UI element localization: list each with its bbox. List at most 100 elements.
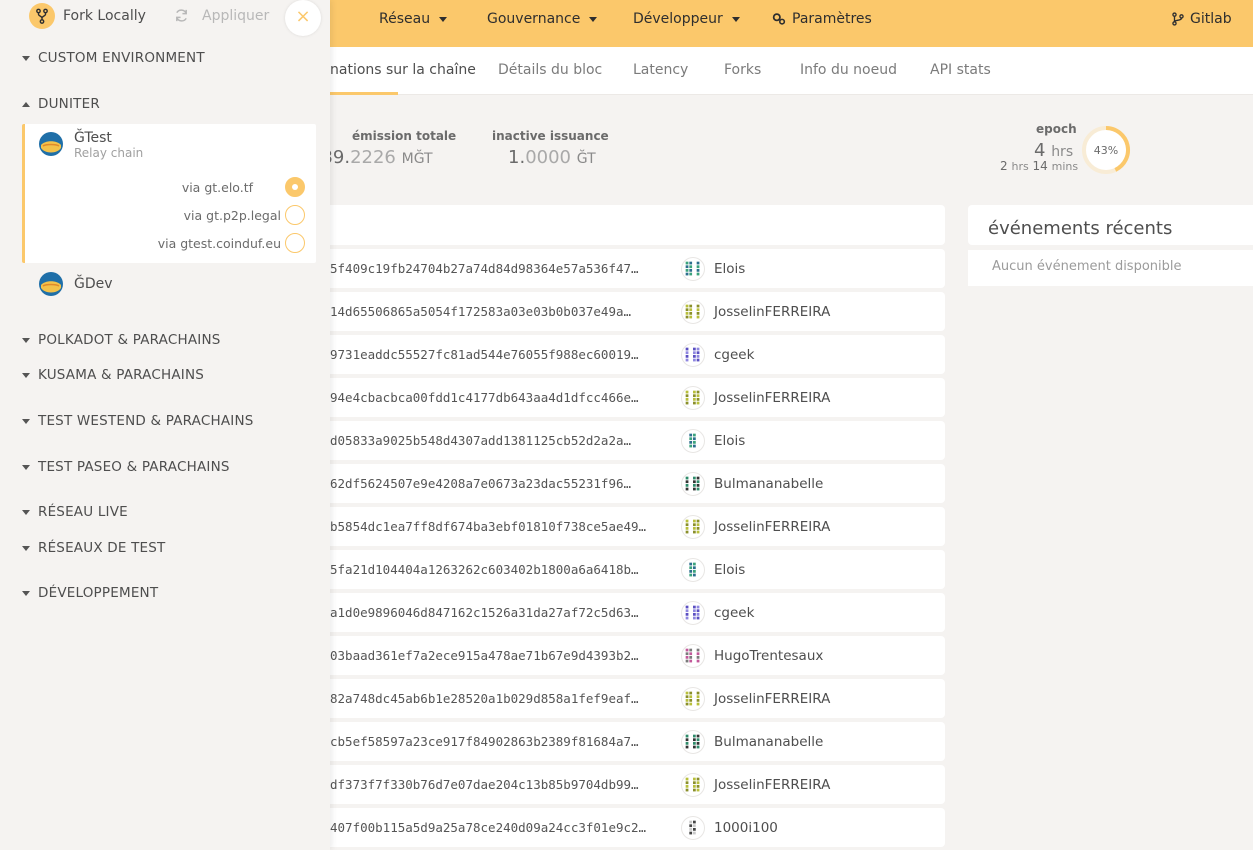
menu-developpeur-label: Développeur [633,11,723,27]
block-author[interactable]: 1000i100 [681,816,778,840]
block-hash[interactable]: 03baad361ef7a2ece915a478ae71b67e9d4393b2… [330,648,639,663]
inactive-issuance-value: 1.0000 ĞT [508,147,596,168]
menu-parametres[interactable]: Paramètres [772,0,872,38]
tab-node-info[interactable]: Info du noeud [800,47,897,95]
author-name: cgeek [714,347,755,363]
group-custom-environment[interactable]: CUSTOM ENVIRONMENT [22,50,205,66]
block-hash[interactable]: 5fa21d104404a1263262c603402b1800a6a6418b… [330,562,639,577]
tab-latency[interactable]: Latency [633,47,688,95]
tab-api-stats[interactable]: API stats [930,47,991,95]
block-author[interactable]: JosselinFERREIRA [681,687,830,711]
identicon-avatar [681,644,705,668]
group-label: RÉSEAUX DE TEST [38,540,166,556]
block-author[interactable]: Elois [681,558,745,582]
identicon-avatar [681,515,705,539]
events-title: événements récents [988,218,1173,239]
group-polkadot[interactable]: POLKADOT & PARACHAINS [22,332,221,348]
epoch-percent-text: 43% [1094,144,1118,157]
gears-icon [772,13,786,25]
block-hash[interactable]: df373f7f330b76d7e07dae204c13b85b9704db99… [330,777,639,792]
menu-developpeur[interactable]: Développeur [633,0,740,38]
author-name: Bulmananabelle [714,734,824,750]
author-name: Elois [714,261,746,277]
endpoint-label-p2p: via gt.p2p.legal [183,208,281,223]
fork-locally-button[interactable] [29,3,55,29]
block-author[interactable]: cgeek [681,601,754,625]
tab-forks[interactable]: Forks [724,47,761,95]
caret-down-icon [22,55,30,61]
network-sidebar: Fork Locally Appliquer × CUSTOM ENVIRONM… [0,0,330,850]
identicon-avatar [681,429,705,453]
gdev-logo [39,272,63,296]
author-name: Bulmananabelle [714,476,824,492]
author-name: JosselinFERREIRA [714,519,831,535]
block-hash[interactable]: d05833a9025b548d4307add1381125cb52d2a2a… [330,433,631,448]
block-hash[interactable]: a1d0e9896046d847162c1526a31da27af72c5d63… [330,605,639,620]
caret-down-icon [22,545,30,551]
block-author[interactable]: JosselinFERREIRA [681,386,830,410]
identicon-avatar [681,773,705,797]
menu-gouvernance-label: Gouvernance [487,11,581,27]
epoch-remaining-h-unit: hrs [1011,160,1029,173]
block-author[interactable]: Elois [681,257,745,281]
block-hash[interactable]: b5854dc1ea7ff8df674ba3ebf01810f738ce5ae4… [330,519,646,534]
group-development[interactable]: DÉVELOPPEMENT [22,585,158,601]
caret-down-icon [22,337,30,343]
endpoint-radio-elo[interactable] [285,177,305,197]
group-label: TEST PASEO & PARACHAINS [38,459,230,475]
identicon-avatar [681,386,705,410]
gtest-name: ĞTest [74,130,112,146]
epoch-label: epoch [1036,122,1077,136]
block-hash[interactable]: 94e4cbacbca00fdd1c4177db643aa4d1dfcc466e… [330,390,639,405]
block-author[interactable]: JosselinFERREIRA [681,773,830,797]
apply-button[interactable]: Appliquer [202,8,269,24]
caret-down-icon [22,418,30,424]
block-hash[interactable]: 9731eaddc55527fc81ad544e76055f988ec60019… [330,347,639,362]
author-name: JosselinFERREIRA [714,691,831,707]
group-label: DUNITER [38,96,100,112]
sync-icon [176,9,187,22]
caret-down-icon [22,590,30,596]
menu-gouvernance[interactable]: Gouvernance [487,0,598,38]
block-hash[interactable]: 14d65506865a5054f172583a03e03b0b037e49a… [330,304,631,319]
block-hash[interactable]: cb5ef58597a23ce917f84902863b2389f81684a7… [330,734,639,749]
menu-reseau[interactable]: Réseau [379,0,448,38]
author-name: Elois [714,562,746,578]
menu-reseau-label: Réseau [379,11,431,27]
endpoint-radio-coinduf[interactable] [285,233,305,253]
chevron-down-icon [731,16,740,22]
group-kusama[interactable]: KUSAMA & PARACHAINS [22,367,204,383]
epoch-remaining-m: 14 [1032,159,1048,173]
block-author[interactable]: Elois [681,429,745,453]
endpoint-radio-p2p[interactable] [285,205,305,225]
menu-gitlab[interactable]: Gitlab [1171,0,1232,38]
block-hash[interactable]: 5f409c19fb24704b27a74d84d98364e57a536f47… [330,261,639,276]
group-test-networks[interactable]: RÉSEAUX DE TEST [22,540,165,556]
tab-block-details[interactable]: Détails du bloc [498,47,602,95]
group-westend[interactable]: TEST WESTEND & PARACHAINS [22,413,254,429]
group-paseo[interactable]: TEST PASEO & PARACHAINS [22,459,230,475]
group-label: DÉVELOPPEMENT [38,585,159,601]
group-label: POLKADOT & PARACHAINS [38,332,221,348]
sidebar-toolbar: Fork Locally Appliquer × [0,0,330,36]
group-duniter[interactable]: DUNITER [22,96,100,112]
block-author[interactable]: Bulmananabelle [681,472,823,496]
block-hash[interactable]: 62df5624507e9e4208a7e0673a23dac55231f96… [330,476,631,491]
group-label: CUSTOM ENVIRONMENT [38,50,205,66]
author-name: JosselinFERREIRA [714,304,831,320]
fork-locally-label[interactable]: Fork Locally [63,8,146,24]
close-sidebar-button[interactable]: × [285,0,321,36]
block-hash[interactable]: 82a748dc45ab6b1e28520a1b029d858a1fef9eaf… [330,691,639,706]
block-author[interactable]: JosselinFERREIRA [681,515,830,539]
network-gtest-card[interactable]: ĞTest Relay chain via gt.elo.tf via gt.p… [22,124,316,263]
tab-chain-info[interactable]: nations sur la chaîne [330,47,476,95]
chevron-down-icon [589,16,598,22]
block-author[interactable]: Bulmananabelle [681,730,823,754]
block-author[interactable]: cgeek [681,343,754,367]
group-live[interactable]: RÉSEAU LIVE [22,504,128,520]
epoch-remaining-m-unit: mins [1051,160,1079,173]
identicon-avatar [681,343,705,367]
block-hash[interactable]: 407f00b115a5d9a25a78ce240d09a24cc3f01e9c… [330,820,646,835]
block-author[interactable]: HugoTrentesaux [681,644,823,668]
block-author[interactable]: JosselinFERREIRA [681,300,830,324]
